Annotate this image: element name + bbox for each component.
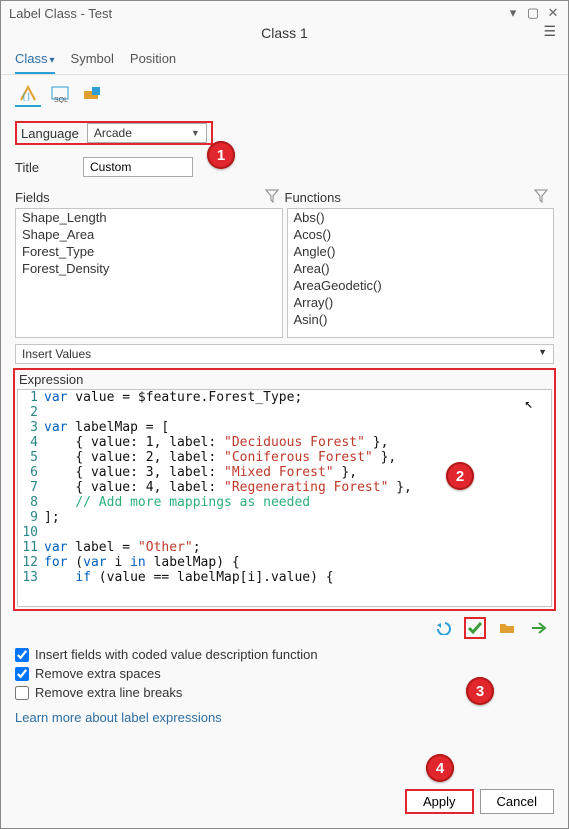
pin-icon[interactable]: ▢	[526, 5, 540, 21]
cancel-button[interactable]: Cancel	[480, 789, 554, 814]
callout-4: 4	[426, 754, 454, 782]
svg-text:SQL: SQL	[54, 97, 68, 103]
callout-3: 3	[466, 677, 494, 705]
code-line[interactable]: 8 // Add more mappings as needed	[18, 495, 551, 510]
callout-1: 1	[207, 141, 235, 169]
functions-header: Functions	[285, 190, 341, 205]
code-line[interactable]: 12for (var i in labelMap) {	[18, 555, 551, 570]
function-item[interactable]: Acos()	[288, 226, 554, 243]
code-line[interactable]: 3var labelMap = [	[18, 420, 551, 435]
expression-mode-icon[interactable]: [ ]	[15, 81, 41, 107]
fields-header: Fields	[15, 190, 50, 205]
language-highlight: Language Arcade▼	[15, 121, 213, 145]
undo-icon[interactable]	[432, 617, 454, 639]
field-item[interactable]: Shape_Area	[16, 226, 282, 243]
function-item[interactable]: Asin()	[288, 311, 554, 328]
language-label: Language	[21, 126, 79, 141]
validate-icon[interactable]	[464, 617, 486, 639]
expression-highlight: Expression ↖ 1var value = $feature.Fores…	[13, 368, 556, 611]
fields-listbox[interactable]: Shape_LengthShape_AreaForest_TypeForest_…	[15, 208, 283, 338]
code-line[interactable]: 11var label = "Other";	[18, 540, 551, 555]
open-folder-icon[interactable]	[496, 617, 518, 639]
code-line[interactable]: 4 { value: 1, label: "Deciduous Forest" …	[18, 435, 551, 450]
code-line[interactable]: 13 if (value == labelMap[i].value) {	[18, 570, 551, 585]
fields-filter-icon[interactable]	[265, 189, 279, 206]
apply-button[interactable]: Apply	[405, 789, 474, 814]
language-select[interactable]: Arcade▼	[87, 123, 207, 143]
code-line[interactable]: 9];	[18, 510, 551, 525]
svg-text:[ ]: [ ]	[23, 92, 30, 101]
function-item[interactable]: Angle()	[288, 243, 554, 260]
check-coded[interactable]: Insert fields with coded value descripti…	[15, 645, 554, 664]
code-line[interactable]: 1var value = $feature.Forest_Type;	[18, 390, 551, 405]
insert-values-dropdown[interactable]: Insert Values ▼	[15, 344, 554, 364]
expression-editor[interactable]: ↖ 1var value = $feature.Forest_Type;23va…	[17, 389, 552, 607]
function-item[interactable]: AreaGeodetic()	[288, 277, 554, 294]
class-name-label: Class 1	[261, 25, 308, 41]
close-icon[interactable]: ✕	[546, 5, 560, 21]
other-mode-icon[interactable]	[79, 81, 105, 107]
code-line[interactable]: 10	[18, 525, 551, 540]
expression-label: Expression	[15, 370, 554, 387]
code-line[interactable]: 5 { value: 2, label: "Coniferous Forest"…	[18, 450, 551, 465]
hamburger-icon[interactable]: ☰	[543, 23, 556, 40]
learn-more-link[interactable]: Learn more about label expressions	[1, 706, 568, 729]
tab-symbol[interactable]: Symbol	[71, 47, 114, 74]
field-item[interactable]: Forest_Type	[16, 243, 282, 260]
run-arrow-icon[interactable]	[528, 617, 550, 639]
panel-title: Label Class - Test	[9, 6, 500, 21]
cursor-icon: ↖	[525, 396, 533, 412]
sql-mode-icon[interactable]: SQL	[47, 81, 73, 107]
functions-filter-icon[interactable]	[534, 189, 548, 206]
field-item[interactable]: Shape_Length	[16, 209, 282, 226]
functions-listbox[interactable]: Abs()Acos()Angle()Area()AreaGeodetic()Ar…	[287, 208, 555, 338]
callout-2: 2	[446, 462, 474, 490]
field-item[interactable]: Forest_Density	[16, 260, 282, 277]
code-line[interactable]: 2	[18, 405, 551, 420]
function-item[interactable]: Abs()	[288, 209, 554, 226]
function-item[interactable]: Area()	[288, 260, 554, 277]
title-input[interactable]	[83, 157, 193, 177]
tab-class[interactable]: Class▾	[15, 47, 55, 74]
title-label: Title	[15, 160, 75, 175]
tab-position[interactable]: Position	[130, 47, 176, 74]
function-item[interactable]: Array()	[288, 294, 554, 311]
dropdown-icon[interactable]: ▾	[506, 5, 520, 21]
